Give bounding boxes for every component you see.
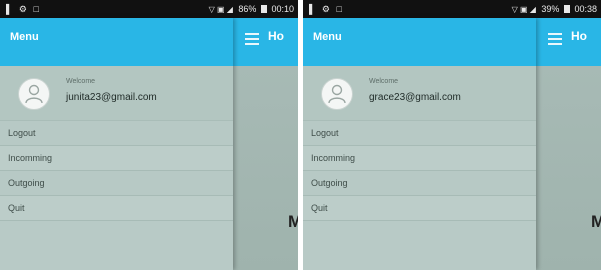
menu-item-outgoing[interactable]: Outgoing [303, 171, 536, 196]
drawer-title: Menu [313, 31, 342, 43]
menu-item-logout[interactable]: Logout [303, 121, 536, 146]
status-bar: ▌ ⚙ □ ▽ ▣ ◢ 39% 00:38 [303, 0, 601, 18]
drawer-title: Menu [10, 31, 39, 43]
drawer-user-header: Welcome grace23@gmail.com [303, 66, 536, 121]
status-right: ▽ ▣ ◢ 86% 00:10 [209, 0, 294, 19]
main-title: Ho [268, 29, 284, 43]
main-content-area [536, 66, 601, 270]
avatar-person-icon [321, 78, 353, 110]
welcome-label: Welcome [369, 78, 399, 85]
phone-screen-2: ▌ ⚙ □ ▽ ▣ ◢ 39% 00:38 Ho M Menu Welcome … [303, 0, 601, 270]
drawer-menu-list: Logout Incomming Outgoing Quit [0, 121, 233, 221]
menu-item-logout[interactable]: Logout [0, 121, 233, 146]
drawer-toolbar: Menu [0, 18, 233, 66]
menu-item-quit[interactable]: Quit [0, 196, 233, 221]
notification-icons: ▌ ⚙ □ [6, 4, 41, 14]
notification-icons: ▌ ⚙ □ [309, 4, 344, 14]
menu-item-incomming[interactable]: Incomming [0, 146, 233, 171]
status-right: ▽ ▣ ◢ 39% 00:38 [512, 0, 597, 19]
main-title: Ho [571, 29, 587, 43]
navigation-drawer: Menu Welcome grace23@gmail.com Logout In… [303, 18, 536, 270]
welcome-label: Welcome [66, 78, 96, 85]
battery-icon [260, 5, 267, 13]
main-content-text: M [591, 212, 601, 231]
signal-icon: ▽ ▣ ◢ [208, 5, 233, 14]
user-email: grace23@gmail.com [369, 92, 461, 103]
menu-hamburger-icon[interactable] [548, 33, 562, 45]
status-bar: ▌ ⚙ □ ▽ ▣ ◢ 86% 00:10 [0, 0, 298, 18]
user-email: junita23@gmail.com [66, 92, 157, 103]
battery-percent: 39% [541, 4, 560, 14]
menu-item-quit[interactable]: Quit [303, 196, 536, 221]
menu-item-outgoing[interactable]: Outgoing [0, 171, 233, 196]
battery-percent: 86% [238, 4, 257, 14]
main-content-area [233, 66, 298, 270]
drawer-toolbar: Menu [303, 18, 536, 66]
clock: 00:38 [574, 4, 597, 14]
signal-icon: ▽ ▣ ◢ [511, 5, 536, 14]
clock: 00:10 [271, 4, 294, 14]
menu-hamburger-icon[interactable] [245, 33, 259, 45]
battery-icon [563, 5, 570, 13]
main-content-text: M [288, 212, 298, 231]
drawer-user-header: Welcome junita23@gmail.com [0, 66, 233, 121]
phone-screen-1: ▌ ⚙ □ ▽ ▣ ◢ 86% 00:10 Ho M Menu Welcome … [0, 0, 298, 270]
menu-item-incomming[interactable]: Incomming [303, 146, 536, 171]
navigation-drawer: Menu Welcome junita23@gmail.com Logout I… [0, 18, 233, 270]
avatar-person-icon [18, 78, 50, 110]
drawer-menu-list: Logout Incomming Outgoing Quit [303, 121, 536, 221]
